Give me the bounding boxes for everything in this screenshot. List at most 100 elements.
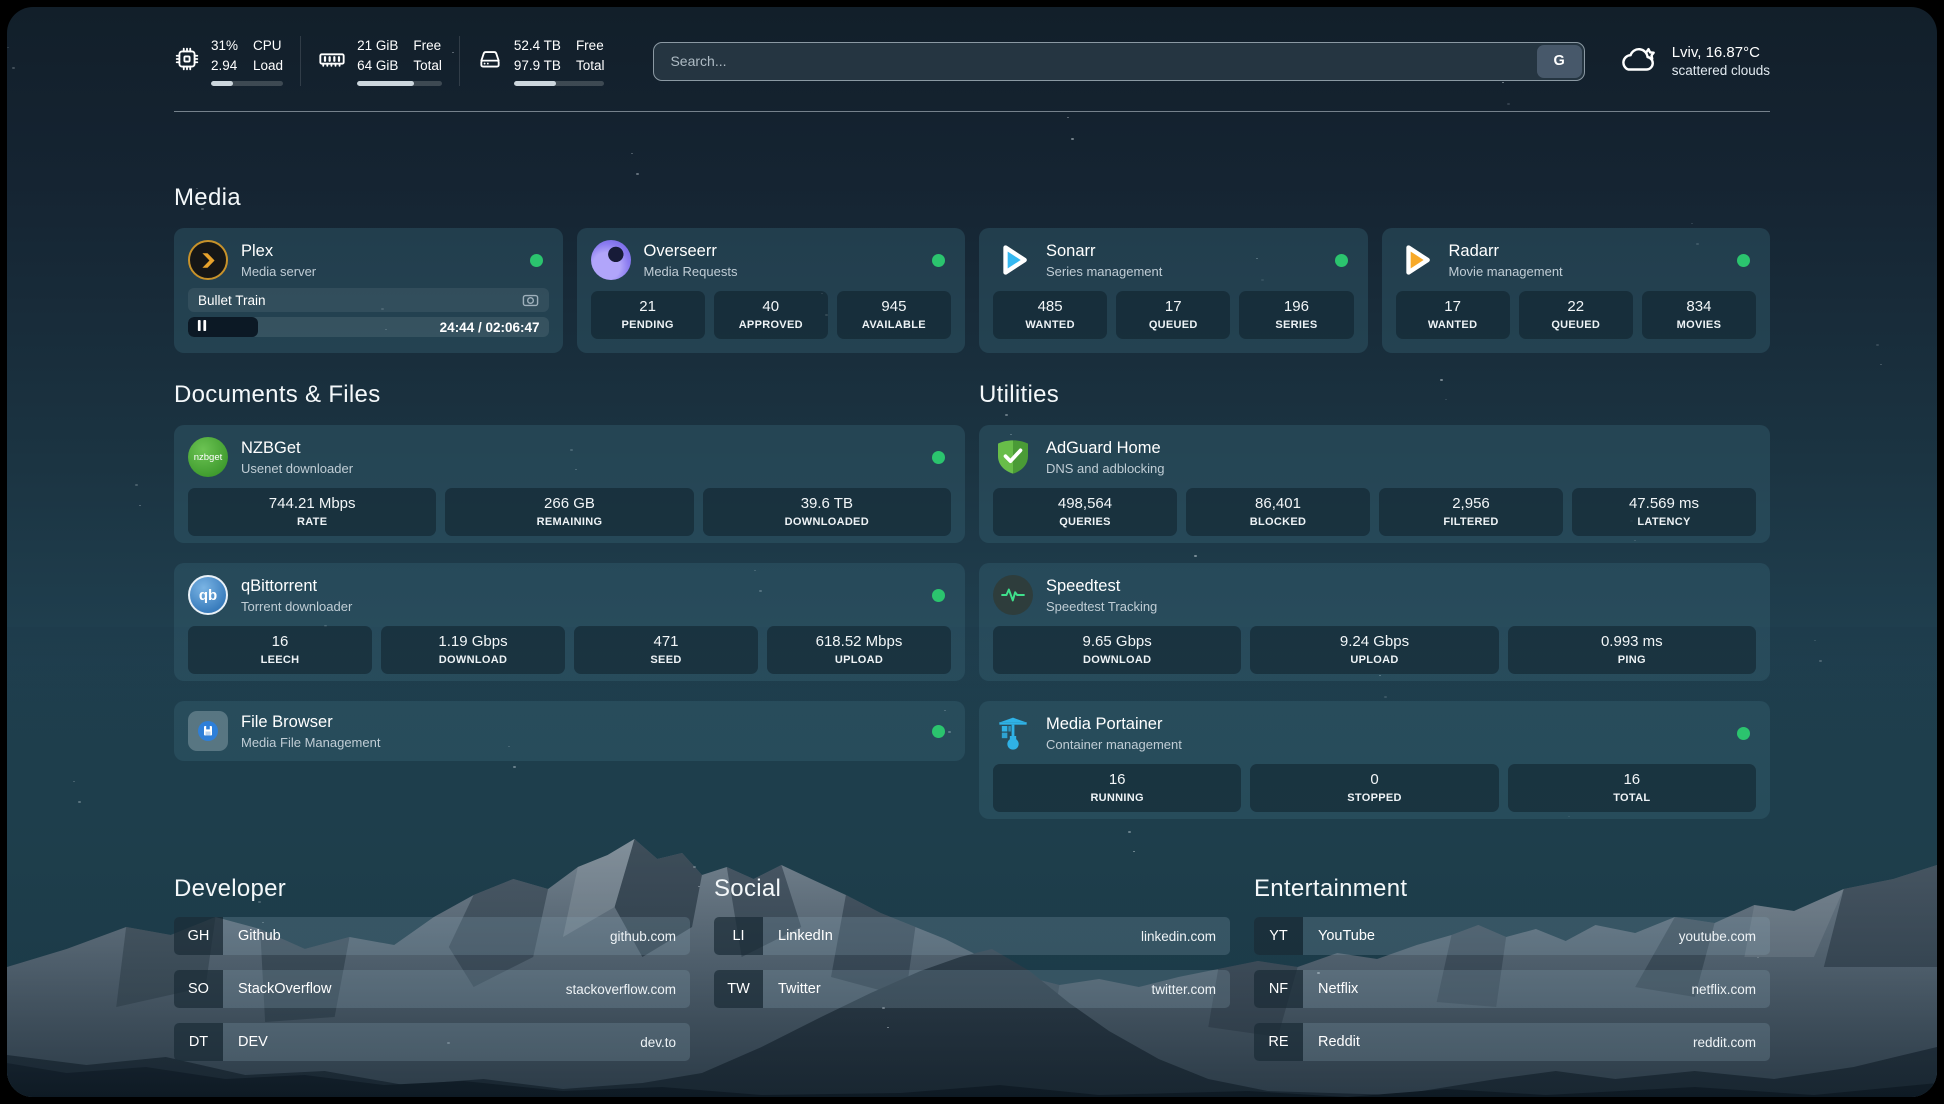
bookmark-name: StackOverflow	[223, 970, 331, 1008]
monitor-label-column: CPULoad	[253, 36, 283, 75]
file-browser-card[interactable]: File BrowserMedia File Management	[174, 701, 965, 761]
now-playing-row: Bullet Train	[188, 288, 549, 312]
monitor-progress-track	[211, 81, 283, 86]
search-input[interactable]	[653, 42, 1584, 81]
bookmark-name: LinkedIn	[763, 917, 833, 955]
app-title: Overseerr	[644, 242, 738, 261]
bookmark-youtube[interactable]: YTYouTubeyoutube.com	[1254, 917, 1770, 955]
bookmark-name: Netflix	[1303, 970, 1358, 1008]
app-subtitle: Media Requests	[644, 264, 738, 279]
stat-label: DOWNLOAD	[993, 654, 1241, 666]
stat-label: AVAILABLE	[837, 319, 951, 331]
stat-label: UPLOAD	[767, 654, 951, 666]
bookmark-netflix[interactable]: NFNetflixnetflix.com	[1254, 970, 1770, 1008]
stat-label: RATE	[188, 516, 436, 528]
stat-label: SERIES	[1239, 319, 1353, 331]
monitor-free-total: 21 GiB64 GiBFreeTotal	[300, 36, 459, 85]
stat-value: 618.52 Mbps	[767, 633, 951, 650]
bookmark-url: stackoverflow.com	[566, 970, 690, 1008]
qbittorrent-card[interactable]: qbqBittorrentTorrent downloader16LEECH1.…	[174, 563, 965, 681]
monitor-body: 52.4 TB97.9 TBFreeTotal	[514, 36, 605, 85]
card-stats: 744.21 MbpsRATE266 GBREMAINING39.6 TBDOW…	[188, 488, 951, 536]
stat-latency: 47.569 msLATENCY	[1572, 488, 1756, 536]
plex-card[interactable]: PlexMedia serverBullet Train24:44 / 02:0…	[174, 228, 563, 353]
monitor-value: 97.9 TB	[514, 56, 561, 76]
card-stats: 17WANTED22QUEUED834MOVIES	[1396, 291, 1757, 339]
stat-label: RUNNING	[993, 792, 1241, 804]
stat-value: 86,401	[1186, 495, 1370, 512]
stat-label: TOTAL	[1508, 792, 1756, 804]
bookmark-abbr: RE	[1254, 1023, 1303, 1061]
monitor-values: 52.4 TB97.9 TBFreeTotal	[514, 36, 605, 75]
stat-value: 9.65 Gbps	[993, 633, 1241, 650]
stat-running: 16 RUNNING	[993, 764, 1241, 812]
monitor-body: 21 GiB64 GiBFreeTotal	[357, 36, 442, 85]
card-header: SonarrSeries management	[993, 240, 1354, 280]
card-stats: 21PENDING40APPROVED945AVAILABLE	[591, 291, 952, 339]
dashboard: 31%2.94CPULoad21 GiB64 GiBFreeTotal52.4 …	[7, 7, 1937, 1097]
stat-label: LEECH	[188, 654, 372, 666]
sonarr-icon	[993, 240, 1033, 280]
bookmark-github[interactable]: GHGithubgithub.com	[174, 917, 690, 955]
card-header: Overseerr Media Requests	[591, 240, 952, 280]
section-title-documents: Documents & Files	[174, 381, 965, 409]
pause-icon[interactable]	[197, 318, 207, 336]
radarr-card[interactable]: RadarrMovie management 17WANTED22QUEUED83…	[1382, 228, 1771, 353]
monitor-label: Total	[576, 56, 605, 76]
stat-movies: 834MOVIES	[1642, 291, 1756, 339]
bookmark-linkedin[interactable]: LILinkedIn linkedin.com	[714, 917, 1230, 955]
app-title: qBittorrent	[241, 577, 352, 596]
bookmark-abbr: SO	[174, 970, 223, 1008]
section-documents: Documents & Files nzbgetNZBGetUsenet dow…	[174, 381, 965, 819]
stat-value: 16	[993, 771, 1241, 788]
stat-leech: 16LEECH	[188, 626, 372, 674]
card-header: nzbgetNZBGetUsenet downloader	[188, 437, 951, 477]
card-names: RadarrMovie management	[1449, 242, 1563, 279]
bookmark-name: Twitter	[763, 970, 821, 1008]
card-header: SpeedtestSpeedtest Tracking	[993, 575, 1756, 615]
monitor-progress-fill	[211, 81, 233, 86]
monitor-values: 21 GiB64 GiBFreeTotal	[357, 36, 442, 75]
nzbget-card[interactable]: nzbgetNZBGetUsenet downloader 744.21 Mbps…	[174, 425, 965, 543]
card-stats: 16LEECH1.19 GbpsDOWNLOAD471SEED618.52 Mb…	[188, 626, 951, 674]
monitor-label-column: FreeTotal	[576, 36, 605, 75]
playback-progress-bar[interactable]: 24:44 / 02:06:47	[188, 317, 549, 337]
media-portainer-card[interactable]: Media PortainerContainer management16RUN…	[979, 701, 1770, 819]
stat-value: 498,564	[993, 495, 1177, 512]
stat-queries: 498,564QUERIES	[993, 488, 1177, 536]
bookmarks-row: DeveloperGHGithubgithub.comSOStackOverfl…	[174, 875, 1770, 1061]
monitor-body: 31%2.94CPULoad	[211, 36, 283, 85]
stat-upload: 9.24 GbpsUPLOAD	[1250, 626, 1498, 674]
status-online-dot	[932, 254, 945, 267]
status-online-dot	[1737, 254, 1750, 267]
bookmark-stackoverflow[interactable]: SOStackOverflow stackoverflow.com	[174, 970, 690, 1008]
sonarr-card[interactable]: SonarrSeries management485WANTED17QUEUED…	[979, 228, 1368, 353]
monitor-value: 2.94	[211, 56, 238, 76]
section-title-social: Social	[714, 875, 1230, 903]
bookmark-abbr: LI	[714, 917, 763, 955]
card-names: NZBGetUsenet downloader	[241, 439, 353, 476]
now-playing-title: Bullet Train	[198, 293, 266, 308]
overseerr-card[interactable]: OverseerrMedia Requests21PENDING40APPROV…	[577, 228, 966, 353]
stat-value: 196	[1239, 298, 1353, 315]
monitor-label: Load	[253, 56, 283, 76]
bookmark-abbr: GH	[174, 917, 223, 955]
stat-label: DOWNLOADED	[703, 516, 951, 528]
search-bar: G	[653, 42, 1584, 81]
search-provider-button[interactable]: G	[1537, 45, 1582, 78]
stat-queued: 17QUEUED	[1116, 291, 1230, 339]
bookmark-abbr: NF	[1254, 970, 1303, 1008]
bookmark-reddit[interactable]: RERedditreddit.com	[1254, 1023, 1770, 1061]
speedtest-card[interactable]: SpeedtestSpeedtest Tracking 9.65 Gbps DOWN…	[979, 563, 1770, 681]
stat-value: 1.19 Gbps	[381, 633, 565, 650]
bookmark-url: linkedin.com	[1141, 917, 1230, 955]
adguard-home-card[interactable]: AdGuard HomeDNS and adblocking498,564QUE…	[979, 425, 1770, 543]
weather-widget[interactable]: Lviv, 16.87°C scattered clouds	[1617, 42, 1770, 81]
stat-approved: 40APPROVED	[714, 291, 828, 339]
stat-label: PENDING	[591, 319, 705, 331]
monitor-label: Free	[576, 36, 605, 56]
bookmark-dev[interactable]: DTDEVdev.to	[174, 1023, 690, 1061]
monitor-value: 64 GiB	[357, 56, 398, 76]
plex-icon	[188, 240, 228, 280]
bookmark-twitter[interactable]: TWTwittertwitter.com	[714, 970, 1230, 1008]
